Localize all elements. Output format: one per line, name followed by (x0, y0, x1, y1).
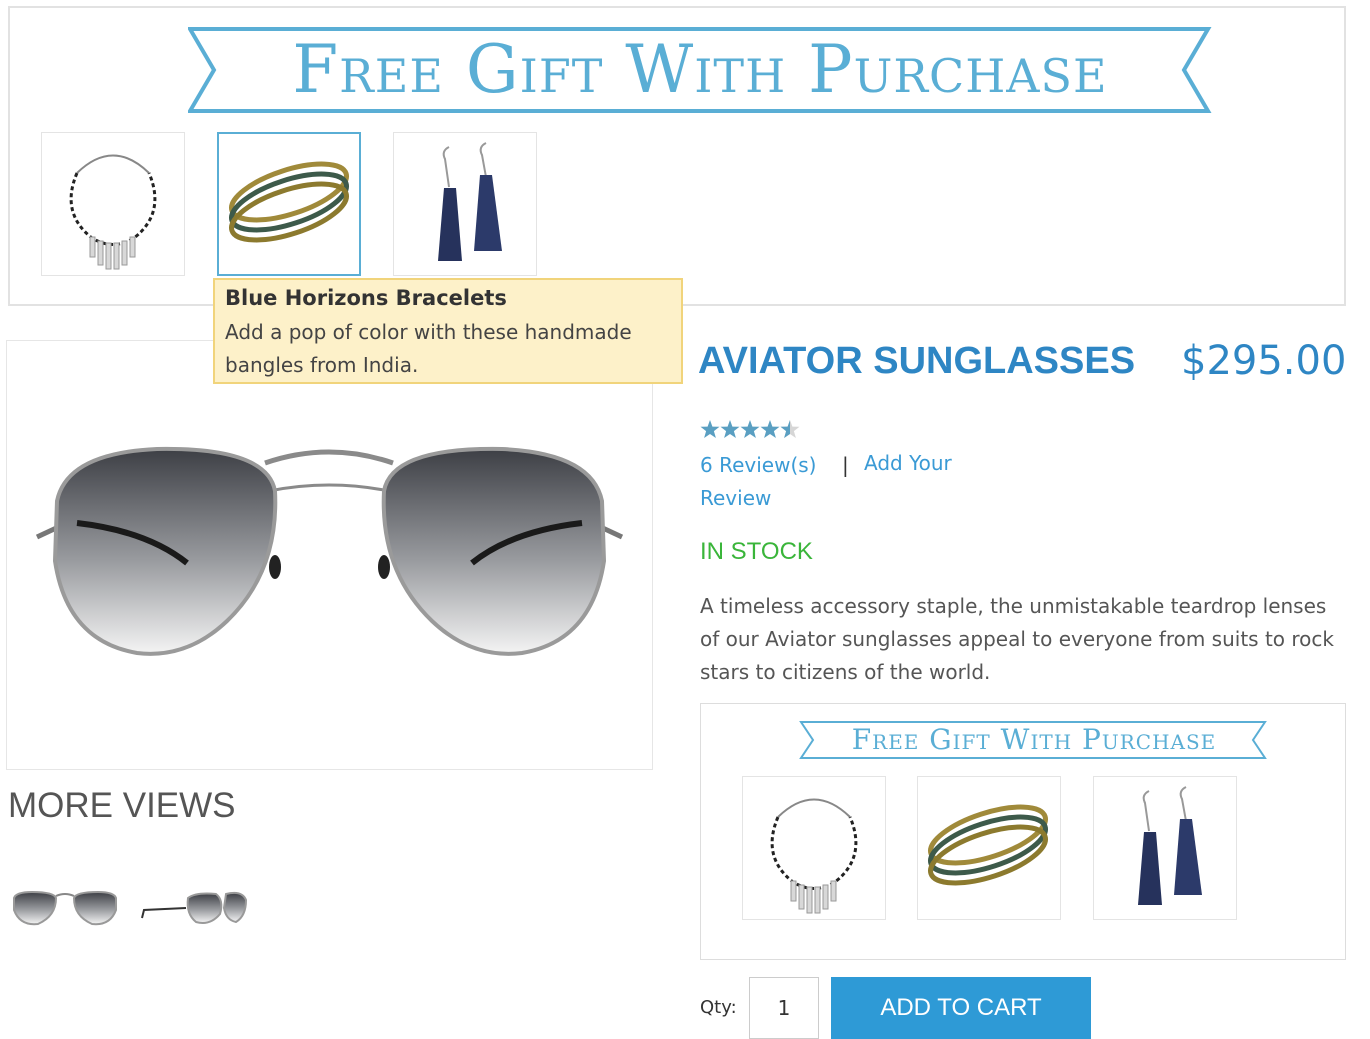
add-review-text-1: Add Your (864, 451, 952, 475)
add-review-link[interactable]: Add Your (864, 447, 952, 480)
tooltip-title: Blue Horizons Bracelets (225, 286, 507, 310)
free-gift-box: Free Gift With Purchase (700, 703, 1346, 960)
add-review-link-cont[interactable]: Review (700, 486, 771, 510)
free-gift-banner: Free Gift With Purchase (8, 6, 1346, 306)
qty-label: Qty: (700, 997, 737, 1018)
gift-thumb-bracelets[interactable] (217, 132, 361, 276)
sunglasses-front-thumb (13, 890, 117, 926)
bracelets-icon (229, 161, 349, 243)
star-rating-icon (700, 420, 800, 438)
rating-stars (700, 418, 804, 446)
necklace-icon (69, 154, 157, 270)
add-to-cart-button[interactable]: ADD TO CART (831, 977, 1091, 1039)
product-title: AVIATOR SUNGLASSES (698, 340, 1136, 382)
stock-status: IN STOCK (700, 538, 813, 565)
gift-thumb-earrings[interactable] (393, 132, 537, 276)
review-separator: | (842, 453, 849, 477)
tooltip-description: Add a pop of color with these handmade b… (225, 320, 632, 377)
more-views-thumb-side[interactable] (136, 880, 250, 936)
reviews-link[interactable]: 6 Review(s) (700, 453, 816, 477)
main-product-image[interactable] (6, 340, 653, 770)
gift-tooltip: Blue Horizons Bracelets Add a pop of col… (213, 278, 683, 384)
gift-thumb-necklace[interactable] (41, 132, 185, 276)
qty-input[interactable] (749, 977, 819, 1039)
sub-gift-thumb-necklace[interactable] (742, 776, 886, 920)
sub-gift-thumb-earrings[interactable] (1093, 776, 1237, 920)
earrings-icon (1138, 786, 1202, 905)
sub-free-gift-title: Free Gift With Purchase (851, 723, 1217, 756)
earrings-icon (438, 142, 502, 261)
more-views-thumb-front[interactable] (8, 880, 122, 936)
more-views-heading: MORE VIEWS (8, 786, 236, 825)
product-price: $295.00 (1181, 338, 1347, 384)
bracelets-icon (928, 804, 1048, 886)
sub-gift-thumb-bracelets[interactable] (917, 776, 1061, 920)
sunglasses-side-thumb (141, 891, 248, 924)
necklace-icon (770, 798, 858, 914)
free-gift-title: Free Gift With Purchase (292, 31, 1108, 108)
aviator-sunglasses-image (35, 446, 624, 656)
product-description: A timeless accessory staple, the unmista… (700, 594, 1334, 684)
